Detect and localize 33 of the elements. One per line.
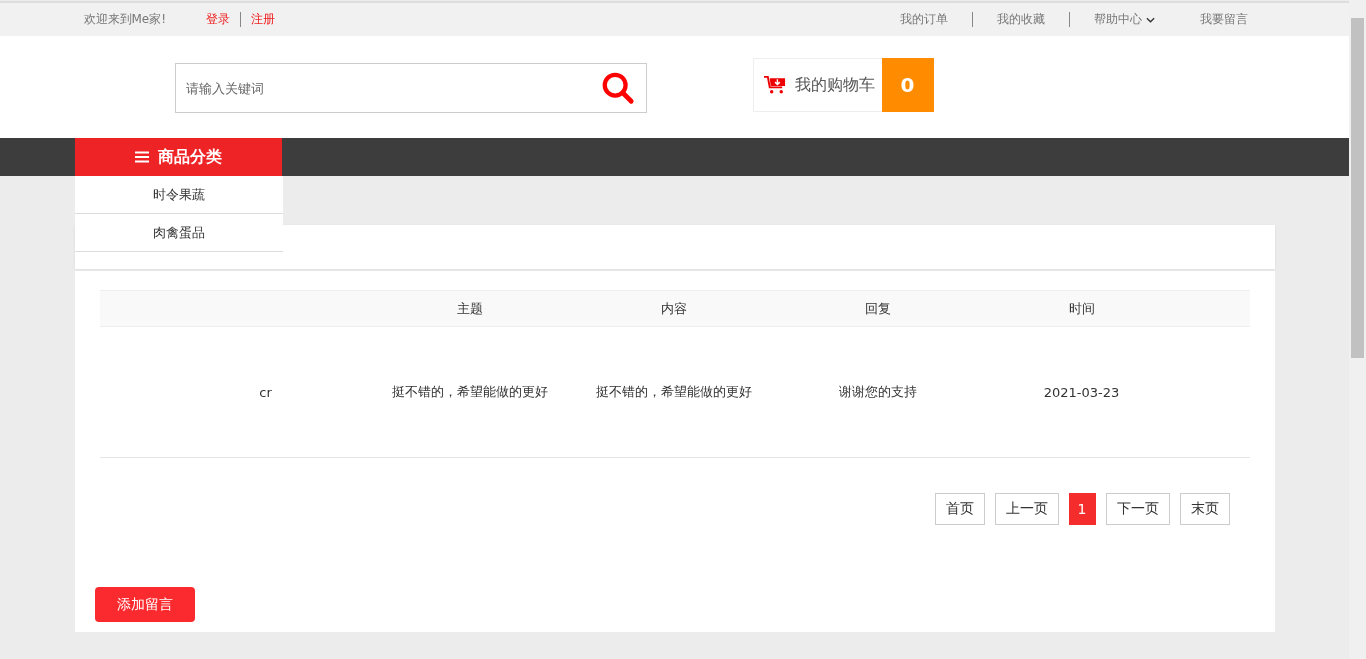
column-header: 主题 [455,299,484,318]
page-button[interactable]: 首页 [934,493,985,525]
scrollbar-thumb[interactable] [1351,18,1364,358]
search-icon[interactable] [600,71,635,105]
category-item[interactable]: 时令果蔬 [74,176,283,214]
menu-icon [134,151,149,163]
top-link[interactable]: 我的收藏 [996,11,1045,28]
search-field[interactable]: 请输入关键词 [174,63,647,113]
caret-icon [1145,16,1155,23]
table-cell-text: 谢谢您的支持 [837,383,918,401]
cart-button[interactable]: 我的购物车 [752,58,882,112]
auth-link[interactable]: 注册 [251,11,276,28]
page-button[interactable]: 1 [1068,493,1096,525]
table-cell-text: 挺不错的，希望能做的更好 [390,383,549,401]
column-header: 回复 [863,299,892,318]
column-header: 内容 [659,299,688,318]
cart-count: 0 [881,58,934,112]
page-button[interactable]: 下一页 [1105,493,1170,525]
top-link[interactable]: 我要留言 [1199,11,1248,28]
scrollbar[interactable] [1349,0,1366,659]
page-button[interactable]: 末页 [1179,493,1230,525]
page-button[interactable]: 上一页 [994,493,1059,525]
top-link[interactable]: 我的订单 [899,11,948,28]
column-header: 时间 [1067,299,1096,318]
table-cell-text: 2021-03-23 [1042,384,1121,400]
cart-icon [763,75,787,95]
add-message-button[interactable]: 添加留言 [94,587,195,622]
help-dropdown[interactable]: 帮助中心 [1093,11,1155,28]
auth-link[interactable]: 登录 [206,11,231,28]
category-button[interactable]: 商品分类 [74,138,282,176]
table-cell-text: 挺不错的，希望能做的更好 [594,383,753,401]
welcome-text: 欢迎来到Me家! [83,11,167,28]
table-cell-text: cr [258,384,273,400]
